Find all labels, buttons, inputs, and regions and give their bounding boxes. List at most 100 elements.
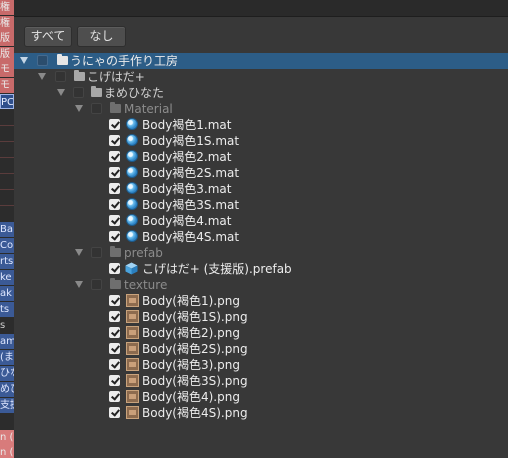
tree-label: Body褐色2S.mat xyxy=(142,166,240,180)
strip-fragment: 権 xyxy=(0,0,14,15)
texture-thumbnail-icon xyxy=(126,342,139,355)
folder-checkbox[interactable] xyxy=(73,87,84,98)
file-checkbox[interactable] xyxy=(109,151,120,162)
tree-row-folder[interactable]: prefab xyxy=(14,245,508,261)
select-all-button[interactable]: すべて xyxy=(24,26,72,47)
strip-fragment: ke xyxy=(0,270,14,285)
material-icon xyxy=(126,118,138,130)
texture-thumbnail-icon xyxy=(126,406,139,419)
file-checkbox[interactable] xyxy=(109,183,120,194)
tree-row-file[interactable]: こげはだ+ (支援版).prefab xyxy=(14,261,508,277)
file-checkbox[interactable] xyxy=(109,375,120,386)
tree-label: Body褐色4.mat xyxy=(142,214,232,228)
tree-row-folder[interactable]: texture xyxy=(14,277,508,293)
file-checkbox[interactable] xyxy=(109,231,120,242)
tree-row-file[interactable]: Body褐色1.mat xyxy=(14,117,508,133)
tree-row-file[interactable]: Body(褐色2S).png xyxy=(14,341,508,357)
tree-row-file[interactable]: Body褐色3S.mat xyxy=(14,197,508,213)
expand-arrow-icon[interactable] xyxy=(20,57,28,64)
texture-thumbnail-icon xyxy=(126,326,139,339)
file-checkbox[interactable] xyxy=(109,135,120,146)
folder-checkbox[interactable] xyxy=(55,71,66,82)
tree-row-file[interactable]: Body褐色4S.mat xyxy=(14,229,508,245)
folder-checkbox[interactable] xyxy=(91,247,102,258)
material-icon xyxy=(126,166,138,178)
tree-row-file[interactable]: Body褐色4.mat xyxy=(14,213,508,229)
strip-fragment: Co xyxy=(0,238,14,253)
tree-label: Body褐色4S.mat xyxy=(142,230,240,244)
file-checkbox[interactable] xyxy=(109,359,120,370)
tree-row-folder[interactable]: Material xyxy=(14,101,508,117)
tree-row-folder[interactable]: まめひなた xyxy=(14,85,508,101)
strip-fragment: 権 xyxy=(0,16,14,31)
folder-icon xyxy=(110,102,121,113)
expand-arrow-icon[interactable] xyxy=(75,105,83,112)
strip-fragment: n ( xyxy=(0,430,14,445)
strip-fragment: めひ xyxy=(0,382,14,397)
file-checkbox[interactable] xyxy=(109,215,120,226)
tree-row-root[interactable]: うにゃの手作り工房 xyxy=(14,53,508,69)
strip-fragment: 支援 xyxy=(0,398,14,413)
texture-thumbnail-icon xyxy=(126,294,139,307)
folder-checkbox[interactable] xyxy=(91,279,102,290)
strip-fragment: ak xyxy=(0,286,14,301)
folder-icon xyxy=(91,86,102,97)
strip-fragment: s xyxy=(0,318,14,333)
strip-fragment: 版 xyxy=(0,47,14,62)
material-icon xyxy=(126,182,138,194)
strip-fragment: n ( xyxy=(0,445,14,458)
material-icon xyxy=(126,134,138,146)
tree-row-file[interactable]: Body褐色2.mat xyxy=(14,149,508,165)
tree-row-file[interactable]: Body(褐色1).png xyxy=(14,293,508,309)
file-checkbox[interactable] xyxy=(109,407,120,418)
tree-label: Material xyxy=(124,102,173,116)
texture-thumbnail-icon xyxy=(126,310,139,323)
file-checkbox[interactable] xyxy=(109,119,120,130)
folder-icon xyxy=(74,70,85,81)
tree-row-folder[interactable]: こげはだ+ xyxy=(14,69,508,85)
tree-row-file[interactable]: Body褐色1S.mat xyxy=(14,133,508,149)
expand-arrow-icon[interactable] xyxy=(75,281,83,288)
tree-label: Body(褐色3).png xyxy=(142,358,240,372)
tree-row-file[interactable]: Body(褐色3S).png xyxy=(14,373,508,389)
tree-label: Body(褐色3S).png xyxy=(142,374,248,388)
file-checkbox[interactable] xyxy=(109,199,120,210)
file-checkbox[interactable] xyxy=(109,295,120,306)
material-icon xyxy=(126,198,138,210)
expand-arrow-icon[interactable] xyxy=(57,89,65,96)
tree-row-file[interactable]: Body褐色2S.mat xyxy=(14,165,508,181)
texture-thumbnail-icon xyxy=(126,358,139,371)
file-checkbox[interactable] xyxy=(109,311,120,322)
strip-fragment: (ま xyxy=(0,350,14,365)
file-checkbox[interactable] xyxy=(109,391,120,402)
left-panel-strip: 権 権 版 版 モ モ PC Ba Co rts ke ak ts s am (… xyxy=(0,0,14,458)
tree-label: うにゃの手作り工房 xyxy=(70,54,179,68)
tree-label: Body褐色3.mat xyxy=(142,182,232,196)
tree-label: Body(褐色1S).png xyxy=(142,310,248,324)
expand-arrow-icon[interactable] xyxy=(38,73,46,80)
select-none-button[interactable]: なし xyxy=(77,26,126,47)
file-checkbox[interactable] xyxy=(109,263,120,274)
tree-label: Body褐色1S.mat xyxy=(142,134,240,148)
root-checkbox[interactable] xyxy=(37,55,48,66)
material-icon xyxy=(126,230,138,242)
tree-label: Body褐色3S.mat xyxy=(142,198,240,212)
tree-row-file[interactable]: Body(褐色2).png xyxy=(14,325,508,341)
file-checkbox[interactable] xyxy=(109,327,120,338)
strip-fragment: モ xyxy=(0,78,14,93)
file-checkbox[interactable] xyxy=(109,167,120,178)
tree-row-file[interactable]: Body(褐色1S).png xyxy=(14,309,508,325)
tree-row-file[interactable]: Body(褐色4).png xyxy=(14,389,508,405)
texture-thumbnail-icon xyxy=(126,374,139,387)
expand-arrow-icon[interactable] xyxy=(75,249,83,256)
tree-row-file[interactable]: Body褐色3.mat xyxy=(14,181,508,197)
tree-row-file[interactable]: Body(褐色4S).png xyxy=(14,405,508,421)
material-icon xyxy=(126,150,138,162)
strip-fragment: モ xyxy=(0,62,14,77)
folder-checkbox[interactable] xyxy=(91,103,102,114)
tree-row-file[interactable]: Body(褐色3).png xyxy=(14,357,508,373)
strip-fragment: ひな xyxy=(0,366,14,381)
folder-icon xyxy=(110,246,121,257)
file-checkbox[interactable] xyxy=(109,343,120,354)
tree-label: こげはだ+ xyxy=(87,70,145,84)
